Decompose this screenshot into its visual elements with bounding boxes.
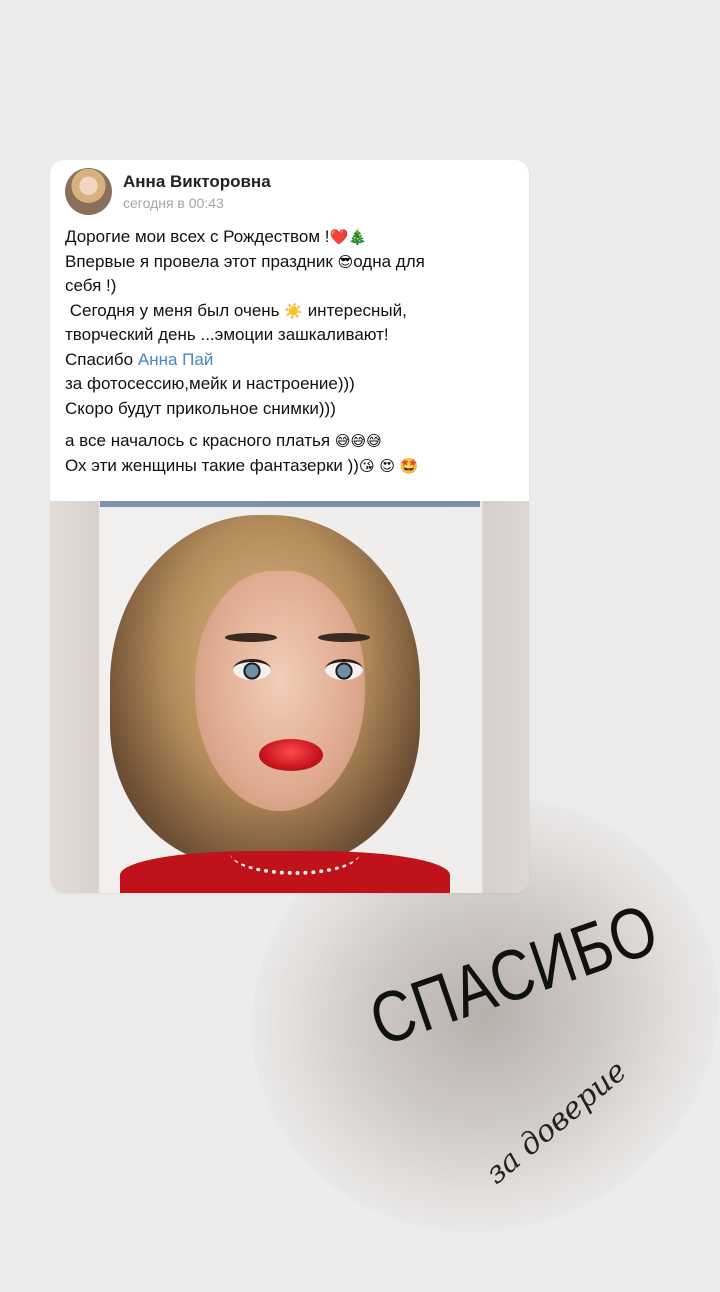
heart-eyes-emoji: 😍	[379, 456, 395, 475]
post-photo[interactable]	[50, 501, 529, 893]
text-line: Ох эти женщины такие фантазерки ))😘 😍 🤩	[65, 455, 419, 475]
text-line: Сегодня у меня был очень ☀️ интересный,	[65, 300, 407, 320]
kiss-emoji: 😘	[358, 456, 375, 475]
post-header: Анна Викторовна сегодня в 00:43	[65, 168, 505, 216]
christmas-tree-emoji: 🎄	[348, 228, 367, 246]
sweat-smile-emoji: 😅	[334, 432, 351, 450]
portrait-face	[195, 571, 365, 811]
portrait-brow	[225, 633, 277, 642]
sweat-smile-emoji: 😅	[366, 432, 382, 450]
photo-frame	[100, 501, 480, 507]
portrait-necklace	[230, 831, 360, 875]
portrait-eye	[233, 659, 271, 680]
text-line: за фотосессию,мейк и настроение)))	[65, 374, 355, 393]
post-card: Анна Викторовна сегодня в 00:43 Дорогие …	[50, 160, 529, 893]
portrait-lips	[259, 739, 323, 771]
sunglasses-emoji: 😎	[337, 252, 354, 271]
portrait-brow	[318, 633, 370, 642]
avatar[interactable]	[65, 168, 112, 215]
text-line: себя !)	[65, 276, 117, 295]
sweat-smile-emoji: 😅	[350, 432, 367, 450]
heart-emoji: ❤️	[329, 228, 349, 246]
post-time: сегодня в 00:43	[123, 195, 224, 211]
text-line: Дорогие мои всех с Рождеством !❤️🎄	[65, 227, 367, 246]
text-line: а все началось с красного платья 😅😅😅	[65, 431, 382, 450]
text-line: Скоро будут прикольное снимки)))	[65, 398, 336, 418]
portrait-eye	[325, 659, 363, 680]
sun-emoji: ☀️	[284, 301, 303, 320]
text-line: творческий день ...эмоции зашкаливают!	[65, 325, 389, 344]
post-text: Дорогие мои всех с Рождеством !❤️🎄 Вперв…	[65, 225, 520, 478]
author-name[interactable]: Анна Викторовна	[123, 172, 271, 192]
star-struck-emoji: 🤩	[399, 456, 419, 475]
text-line: Впервые я провела этот праздник 😎одна дл…	[65, 251, 425, 271]
mention-link[interactable]: Анна Пай	[138, 350, 213, 369]
text-line: Спасибо Анна Пай	[65, 349, 214, 369]
